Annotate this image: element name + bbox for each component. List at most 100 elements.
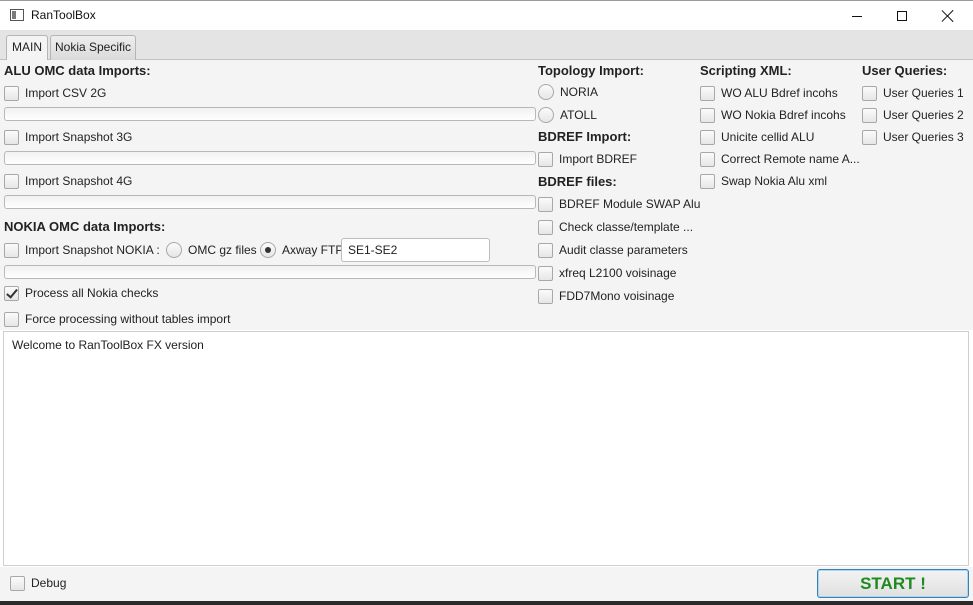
xfreq-l2100-voisinage-checkbox[interactable]: xfreq L2100 voisinage [538, 264, 676, 282]
checkbox-box [700, 107, 715, 123]
checkbox-label: Import Snapshot NOKIA : [25, 243, 160, 257]
import-snapshot-nokia-checkbox[interactable]: Import Snapshot NOKIA : [4, 241, 160, 259]
checkbox-box [700, 173, 715, 189]
checkbox-label: Import Snapshot 3G [25, 130, 133, 144]
radio-dot [538, 84, 554, 100]
checkbox-box [538, 151, 553, 167]
log-text: Welcome to RanToolBox FX version [12, 338, 204, 352]
user-queries-1-checkbox[interactable]: User Queries 1 [862, 84, 964, 102]
nokia-imports-heading: NOKIA OMC data Imports: [4, 219, 166, 234]
main-tab-content: ALU OMC data Imports: Import CSV 2G Impo… [0, 60, 973, 330]
checkbox-box [538, 242, 553, 258]
checkbox-box [4, 242, 19, 258]
checkbox-label: User Queries 2 [883, 108, 964, 122]
user-queries-2-checkbox[interactable]: User Queries 2 [862, 106, 964, 124]
checkbox-label: Swap Nokia Alu xml [721, 174, 828, 188]
force-processing-checkbox[interactable]: Force processing without tables import [4, 310, 230, 328]
bdref-module-swap-alu-checkbox[interactable]: BDREF Module SWAP Alu [538, 195, 700, 213]
tab-nokia-specific[interactable]: Nokia Specific [50, 35, 136, 60]
import-snapshot-4g-progress [4, 195, 536, 209]
radio-label: NORIA [560, 85, 599, 99]
radio-dot [166, 242, 182, 258]
nokia-import-progress [4, 265, 536, 279]
checkbox-label: Audit classe parameters [559, 243, 688, 257]
noria-radio[interactable]: NORIA [538, 83, 598, 101]
minimize-icon [852, 15, 862, 17]
checkbox-label: User Queries 1 [883, 86, 964, 100]
omc-gz-files-radio[interactable]: OMC gz files [166, 241, 257, 259]
fdd7mono-voisinage-checkbox[interactable]: FDD7Mono voisinage [538, 287, 674, 305]
import-bdref-checkbox[interactable]: Import BDREF [538, 150, 637, 168]
checkbox-label: Process all Nokia checks [25, 286, 159, 300]
import-snapshot-4g-checkbox[interactable]: Import Snapshot 4G [4, 172, 132, 190]
checkbox-box [4, 285, 19, 301]
close-button[interactable] [925, 1, 971, 31]
unicite-cellid-alu-checkbox[interactable]: Unicite cellid ALU [700, 128, 814, 146]
checkbox-label: FDD7Mono voisinage [559, 289, 675, 303]
checkbox-label: Import BDREF [559, 152, 638, 166]
taskbar-edge [0, 601, 973, 605]
user-queries-3-checkbox[interactable]: User Queries 3 [862, 128, 964, 146]
start-button[interactable]: START ! [817, 569, 969, 598]
minimize-button[interactable] [834, 1, 880, 31]
checkbox-label: WO Nokia Bdref incohs [721, 108, 846, 122]
user-queries-heading: User Queries: [862, 63, 948, 78]
atoll-radio[interactable]: ATOLL [538, 106, 597, 124]
checkbox-label: Force processing without tables import [25, 312, 231, 326]
checkbox-label: Import CSV 2G [25, 86, 107, 100]
wo-nokia-bdref-incohs-checkbox[interactable]: WO Nokia Bdref incohs [700, 106, 846, 124]
radio-label: OMC gz files [188, 243, 257, 257]
radio-label: ATOLL [560, 108, 597, 122]
window-title: RanToolBox [31, 8, 96, 22]
debug-checkbox[interactable]: Debug [10, 574, 66, 592]
wo-alu-bdref-incohs-checkbox[interactable]: WO ALU Bdref incohs [700, 84, 838, 102]
maximize-button[interactable] [879, 1, 925, 31]
window-title-bar: RanToolBox [0, 0, 973, 30]
checkbox-box [538, 265, 553, 281]
import-snapshot-3g-progress [4, 151, 536, 165]
checkbox-box [4, 173, 19, 189]
radio-dot [538, 107, 554, 123]
ftp-source-field[interactable] [341, 238, 490, 262]
checkbox-box [700, 85, 715, 101]
scripting-xml-heading: Scripting XML: [700, 63, 792, 78]
checkbox-box [538, 219, 553, 235]
axway-ftp-radio[interactable]: Axway FTP [260, 241, 343, 259]
correct-remote-name-checkbox[interactable]: Correct Remote name A... [700, 150, 860, 168]
bdref-files-heading: BDREF files: [538, 174, 617, 189]
tab-main[interactable]: MAIN [6, 35, 48, 60]
alu-imports-heading: ALU OMC data Imports: [4, 63, 151, 78]
audit-classe-parameters-checkbox[interactable]: Audit classe parameters [538, 241, 688, 259]
checkbox-label: Correct Remote name A... [721, 152, 860, 166]
check-classe-template-checkbox[interactable]: Check classe/template ... [538, 218, 693, 236]
radio-label: Axway FTP [282, 243, 344, 257]
checkbox-label: BDREF Module SWAP Alu [559, 197, 701, 211]
import-csv-2g-progress [4, 107, 536, 121]
swap-nokia-alu-xml-checkbox[interactable]: Swap Nokia Alu xml [700, 172, 827, 190]
checkbox-box [862, 129, 877, 145]
checkbox-box [700, 129, 715, 145]
log-output-area[interactable]: Welcome to RanToolBox FX version [3, 331, 969, 566]
checkbox-box [4, 129, 19, 145]
close-icon [942, 10, 954, 22]
app-window-icon [10, 9, 24, 21]
import-snapshot-3g-checkbox[interactable]: Import Snapshot 3G [4, 128, 132, 146]
checkbox-box [538, 288, 553, 304]
maximize-icon [897, 11, 907, 21]
checkbox-box [10, 575, 25, 591]
checkbox-label: Unicite cellid ALU [721, 130, 815, 144]
checkbox-box [4, 311, 19, 327]
topology-import-heading: Topology Import: [538, 63, 644, 78]
checkbox-label: Debug [31, 576, 67, 590]
checkbox-label: xfreq L2100 voisinage [559, 266, 677, 280]
checkbox-box [538, 196, 553, 212]
import-csv-2g-checkbox[interactable]: Import CSV 2G [4, 84, 106, 102]
checkbox-label: Check classe/template ... [559, 220, 694, 234]
process-all-nokia-checks-checkbox[interactable]: Process all Nokia checks [4, 284, 158, 302]
checkbox-box [4, 85, 19, 101]
checkbox-label: User Queries 3 [883, 130, 964, 144]
checkbox-box [862, 107, 877, 123]
tab-bar: MAIN Nokia Specific [0, 30, 973, 60]
bdref-import-heading: BDREF Import: [538, 129, 632, 144]
checkbox-box [862, 85, 877, 101]
